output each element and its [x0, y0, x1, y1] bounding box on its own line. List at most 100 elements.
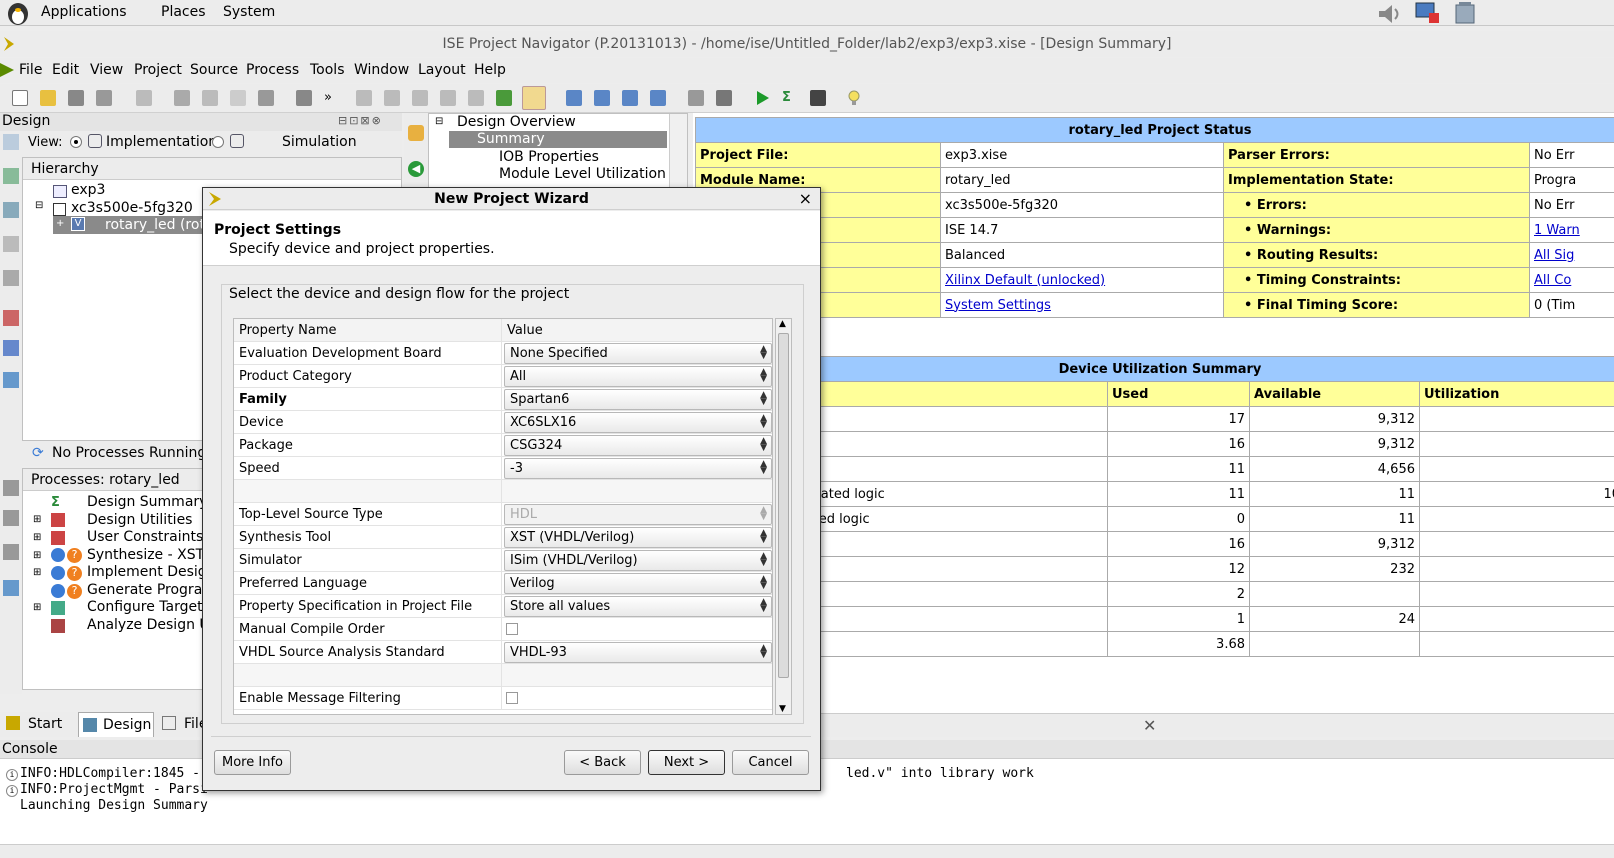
tab-design-active[interactable]: Design [78, 712, 154, 737]
home-icon[interactable] [408, 125, 424, 141]
process-design-summary[interactable]: Design Summary/I [87, 494, 216, 510]
undo-icon[interactable] [296, 90, 312, 106]
menu-file[interactable]: File [19, 62, 42, 78]
tree-item-rotary-led[interactable]: rotary_led (rota [105, 217, 214, 233]
cascade-icon[interactable] [566, 90, 582, 106]
back-button[interactable]: < Back [564, 750, 641, 775]
xilinx-default-link[interactable]: Xilinx Default (unlocked) [940, 267, 1224, 293]
process-configure[interactable]: Configure Target D [87, 599, 218, 615]
float-window-icon[interactable] [650, 90, 666, 106]
process-tool-icon[interactable] [3, 480, 19, 496]
synthesis-select[interactable]: XST (VHDL/Verilog) ▲ ▼ [504, 527, 772, 548]
package-select[interactable]: CSG324 ▲ ▼ [504, 435, 772, 456]
tile-vertical-icon[interactable] [622, 90, 638, 106]
scroll-thumb[interactable] [778, 333, 789, 678]
close-summary-icon[interactable]: ✕ [1143, 716, 1156, 735]
telescope-icon[interactable] [810, 90, 826, 106]
help-pointer-icon[interactable] [716, 90, 732, 106]
language-select[interactable]: Verilog ▲ ▼ [504, 573, 772, 594]
specification-select[interactable]: Store all values ▲ ▼ [504, 596, 772, 617]
tab-start[interactable]: Start [28, 716, 62, 732]
tree-item-exp3[interactable]: exp3 [71, 182, 105, 198]
simulator-select[interactable]: ISim (VHDL/Verilog) ▲ ▼ [504, 550, 772, 571]
timing-constraints-link[interactable]: All Co [1529, 267, 1614, 293]
message-filtering-checkbox[interactable] [506, 692, 518, 704]
volume-icon[interactable] [1375, 2, 1405, 26]
table-icon[interactable] [3, 372, 19, 388]
tile-horizontal-icon[interactable] [594, 90, 610, 106]
overview-iob-properties[interactable]: IOB Properties [499, 149, 599, 165]
menu-process[interactable]: Process [246, 62, 299, 78]
system-settings-link[interactable]: System Settings [940, 292, 1224, 318]
linux-penguin-icon[interactable] [3, 0, 33, 26]
simulation-radio[interactable] [212, 136, 224, 148]
wrench-icon[interactable] [688, 90, 704, 106]
expand-icon[interactable]: + [56, 218, 64, 229]
refresh-icon[interactable] [496, 90, 512, 106]
process-tool2-icon[interactable] [3, 510, 19, 526]
design-goals-icon[interactable] [522, 86, 546, 110]
device-select[interactable]: XC6SLX16 ▲ ▼ [504, 412, 772, 433]
tree-item-device[interactable]: xc3s500e-5fg320 [71, 200, 193, 216]
zoom-full-icon[interactable] [440, 90, 456, 106]
vhdl-standard-select[interactable]: VHDL-93 ▲ ▼ [504, 642, 772, 663]
new-file-icon[interactable] [12, 90, 28, 106]
process-design-utilities[interactable]: Design Utilities [87, 512, 192, 528]
properties-icon[interactable] [3, 270, 19, 286]
checklist-icon[interactable] [3, 340, 19, 356]
process-synthesize[interactable]: Synthesize - XST [87, 547, 204, 563]
network-icon[interactable] [1413, 1, 1443, 25]
zoom-select-icon[interactable] [468, 90, 484, 106]
hierarchy-icon[interactable] [3, 236, 19, 252]
panel-window-controls[interactable]: ⊟⊡⊠⊗ [338, 114, 383, 127]
save-icon[interactable] [68, 90, 84, 106]
battery-icon[interactable] [1451, 1, 1481, 25]
lightbulb-icon[interactable] [846, 90, 862, 106]
save-all-icon[interactable] [96, 90, 112, 106]
menu-edit[interactable]: Edit [52, 62, 79, 78]
implementation-radio[interactable] [70, 136, 82, 148]
overview-module-utilization[interactable]: Module Level Utilization [499, 166, 666, 182]
process-analyze[interactable]: Analyze Design Us [87, 617, 217, 633]
menu-help[interactable]: Help [474, 62, 506, 78]
expand-implement-icon[interactable]: ⊞ [33, 567, 41, 578]
simulation-label[interactable]: Simulation [282, 134, 357, 150]
timing-score-value[interactable]: 0 (Tim [1529, 292, 1614, 318]
warnings-link[interactable]: 1 Warn [1529, 217, 1614, 243]
menu-layout[interactable]: Layout [418, 62, 466, 78]
process-tool3-icon[interactable] [3, 544, 19, 560]
delete-icon[interactable] [258, 90, 274, 106]
overview-scrollbar[interactable] [669, 114, 687, 192]
add-source-icon[interactable] [3, 168, 19, 184]
menu-source[interactable]: Source [190, 62, 238, 78]
sigma-icon[interactable]: Σ [782, 90, 798, 106]
overview-collapse-icon[interactable]: ⊟ [435, 116, 443, 127]
menu-tools[interactable]: Tools [310, 62, 345, 78]
cancel-button[interactable]: Cancel [732, 750, 809, 775]
family-select[interactable]: Spartan6 ▲ ▼ [504, 389, 772, 410]
process-implement[interactable]: Implement Design [87, 564, 216, 580]
expand-configure-icon[interactable]: ⊞ [33, 602, 41, 613]
routing-link[interactable]: All Sig [1529, 242, 1614, 268]
process-generate[interactable]: Generate Program [87, 582, 216, 598]
back-arrow-icon[interactable]: ◀ [408, 161, 424, 177]
overview-summary-row[interactable]: Summary [449, 131, 667, 148]
scroll-up-icon[interactable]: ▲ [779, 319, 786, 329]
speed-select[interactable]: -3 ▲ ▼ [504, 458, 772, 479]
cut-icon[interactable] [174, 90, 190, 106]
compile-order-checkbox[interactable] [506, 623, 518, 635]
overview-root[interactable]: Design Overview [457, 114, 576, 130]
expand-user-constraints-icon[interactable]: ⊞ [33, 532, 41, 543]
property-scrollbar[interactable]: ▲ ▼ [775, 318, 792, 715]
new-source-icon[interactable] [3, 134, 19, 150]
print-icon[interactable] [136, 90, 152, 106]
copy-icon[interactable] [202, 90, 218, 106]
collapse-icon[interactable]: ⊟ [35, 200, 43, 211]
dialog-close-icon[interactable]: × [799, 188, 812, 210]
menu-window[interactable]: Window [354, 62, 409, 78]
system-menu[interactable]: System [223, 4, 275, 20]
implementation-label[interactable]: Implementation [106, 134, 217, 150]
zoom-out-icon[interactable] [384, 90, 400, 106]
open-folder-icon[interactable] [40, 90, 56, 106]
board-select[interactable]: None Specified ▲ ▼ [504, 343, 772, 364]
